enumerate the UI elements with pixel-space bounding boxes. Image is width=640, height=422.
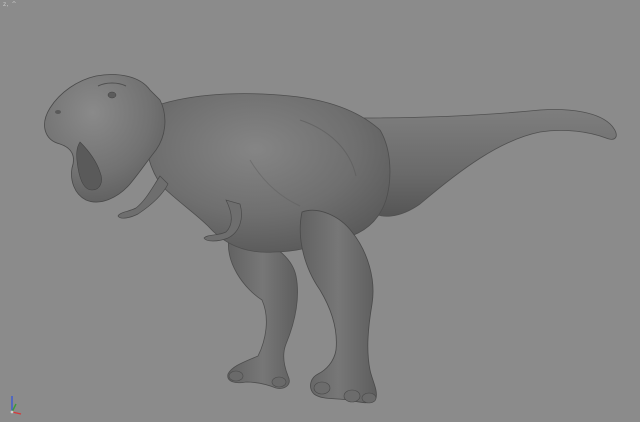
axis-tripod-icon	[10, 396, 22, 415]
tail	[359, 109, 617, 217]
far-hind-leg	[227, 231, 298, 389]
3d-viewport[interactable]: z, ^	[0, 0, 640, 422]
t-rex-model[interactable]	[0, 0, 640, 422]
head	[44, 74, 166, 203]
torso	[145, 93, 391, 253]
near-hind-leg	[299, 209, 377, 404]
